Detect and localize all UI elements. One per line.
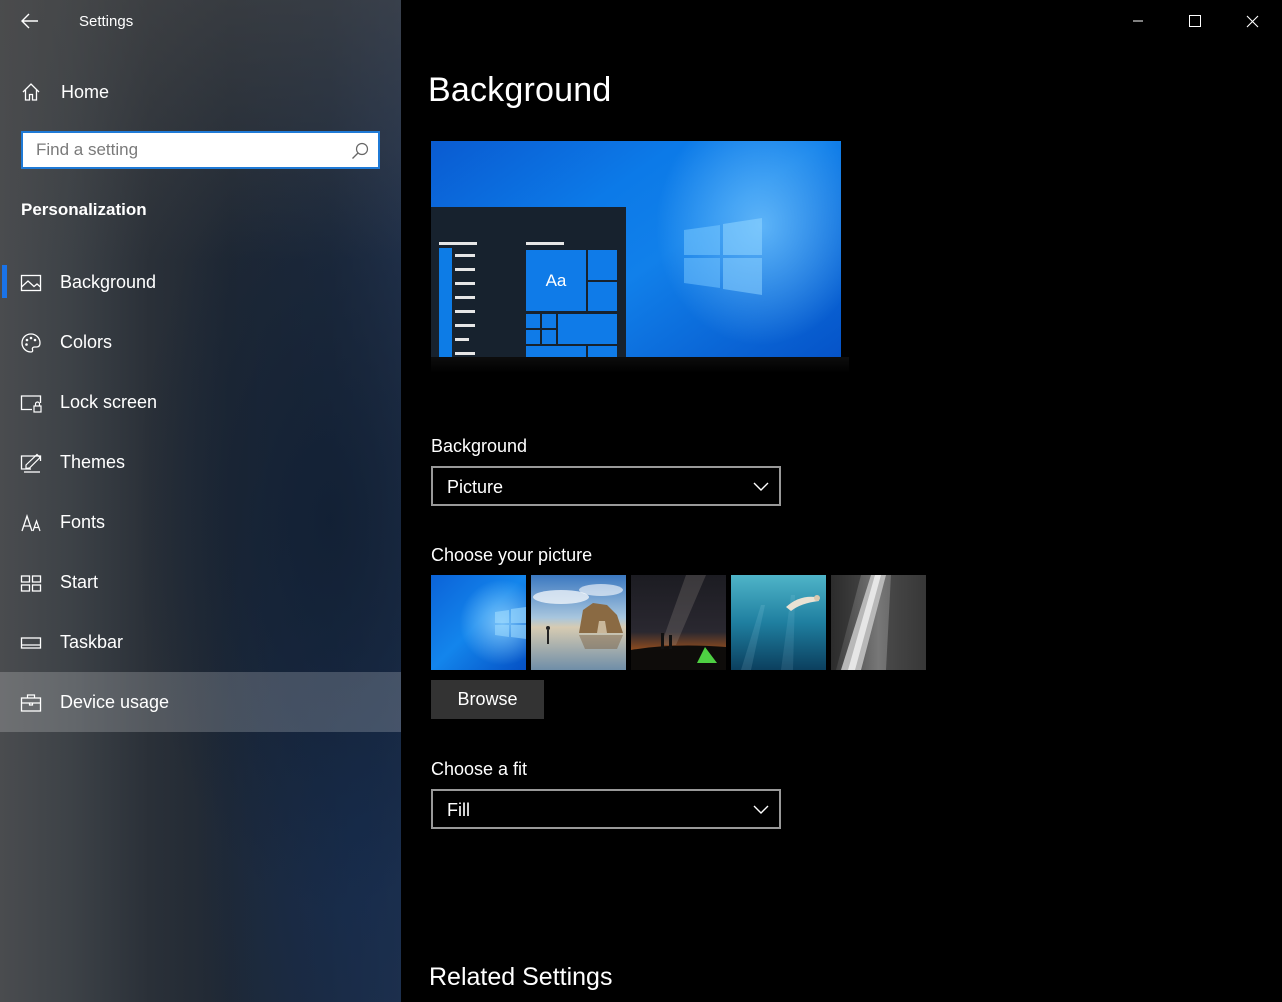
fonts-icon [21, 513, 41, 532]
picture-thumbnail[interactable] [731, 575, 826, 670]
rock-cliff-image [831, 575, 926, 670]
sidebar-item-label: Fonts [60, 512, 106, 532]
page-title: Background [428, 71, 612, 109]
fit-dropdown[interactable]: Fill [431, 789, 781, 829]
fit-label: Choose a fit [431, 759, 528, 779]
sidebar-item-fonts[interactable]: Fonts [0, 492, 401, 552]
main-content: Background Aa Background Picture Choose … [401, 0, 1282, 1002]
sidebar-item-label: Themes [60, 452, 126, 472]
minimize-icon [1133, 20, 1143, 22]
sidebar-item-device-usage[interactable]: Device usage [0, 672, 401, 732]
milky-way-tent-image [631, 575, 726, 670]
picture-thumbnail[interactable] [531, 575, 626, 670]
dropdown-value: Picture [447, 477, 504, 497]
browse-button[interactable]: Browse [431, 680, 544, 719]
beach-rock-arch-image [531, 575, 626, 670]
sidebar-item-label: Lock screen [60, 392, 158, 412]
themes-icon [20, 453, 42, 473]
picture-thumbnail[interactable] [431, 575, 526, 670]
sidebar-item-themes[interactable]: Themes [0, 432, 401, 492]
sidebar-item-label: Colors [60, 332, 113, 352]
windows-hero-image [431, 575, 526, 670]
sidebar: Settings Home Personalization Background… [0, 0, 401, 1002]
sidebar-item-label: Home [61, 82, 110, 102]
background-type-dropdown[interactable]: Picture [431, 466, 781, 506]
sidebar-item-lock-screen[interactable]: Lock screen [0, 372, 401, 432]
chevron-down-icon [753, 805, 769, 814]
sidebar-item-label: Start [60, 572, 99, 592]
windows-logo-icon [684, 218, 762, 295]
sidebar-item-taskbar[interactable]: Taskbar [0, 612, 401, 672]
chevron-down-icon [753, 482, 769, 491]
preview-tile-large: Aa [526, 250, 586, 311]
taskbar-icon [20, 637, 42, 649]
maximize-button[interactable] [1180, 8, 1210, 34]
background-preview: Aa [431, 141, 841, 357]
sidebar-item-label: Device usage [60, 692, 170, 712]
search-input[interactable] [23, 135, 333, 165]
choose-picture-label: Choose your picture [431, 545, 593, 565]
dropdown-value: Fill [447, 800, 470, 820]
device-usage-icon [20, 694, 42, 712]
home-icon [22, 83, 40, 101]
search-icon[interactable] [351, 142, 369, 160]
minimize-button[interactable] [1123, 8, 1153, 34]
close-button[interactable] [1237, 8, 1267, 34]
sidebar-item-background[interactable]: Background [0, 252, 401, 312]
sidebar-item-home[interactable]: Home [0, 70, 401, 114]
back-button[interactable] [12, 6, 48, 36]
underwater-swimmer-image [731, 575, 826, 670]
sidebar-item-start[interactable]: Start [0, 552, 401, 612]
close-icon [1246, 15, 1258, 27]
section-heading: Personalization [21, 200, 147, 219]
preview-shadow [431, 357, 849, 373]
picture-icon [20, 274, 42, 292]
search-box[interactable] [21, 131, 380, 169]
app-title: Settings [79, 13, 134, 30]
background-type-label: Background [431, 436, 528, 456]
related-settings-heading: Related Settings [429, 963, 613, 991]
picture-thumbnail[interactable] [831, 575, 926, 670]
picture-thumbnail[interactable] [631, 575, 726, 670]
back-arrow-icon [21, 13, 38, 29]
sidebar-item-colors[interactable]: Colors [0, 312, 401, 372]
start-menu-preview: Aa [431, 207, 626, 357]
lock-screen-icon [20, 395, 42, 413]
palette-icon [21, 333, 41, 353]
maximize-icon [1189, 15, 1201, 27]
start-icon [20, 575, 42, 592]
sidebar-item-label: Background [60, 272, 157, 292]
sidebar-item-label: Taskbar [60, 632, 124, 652]
